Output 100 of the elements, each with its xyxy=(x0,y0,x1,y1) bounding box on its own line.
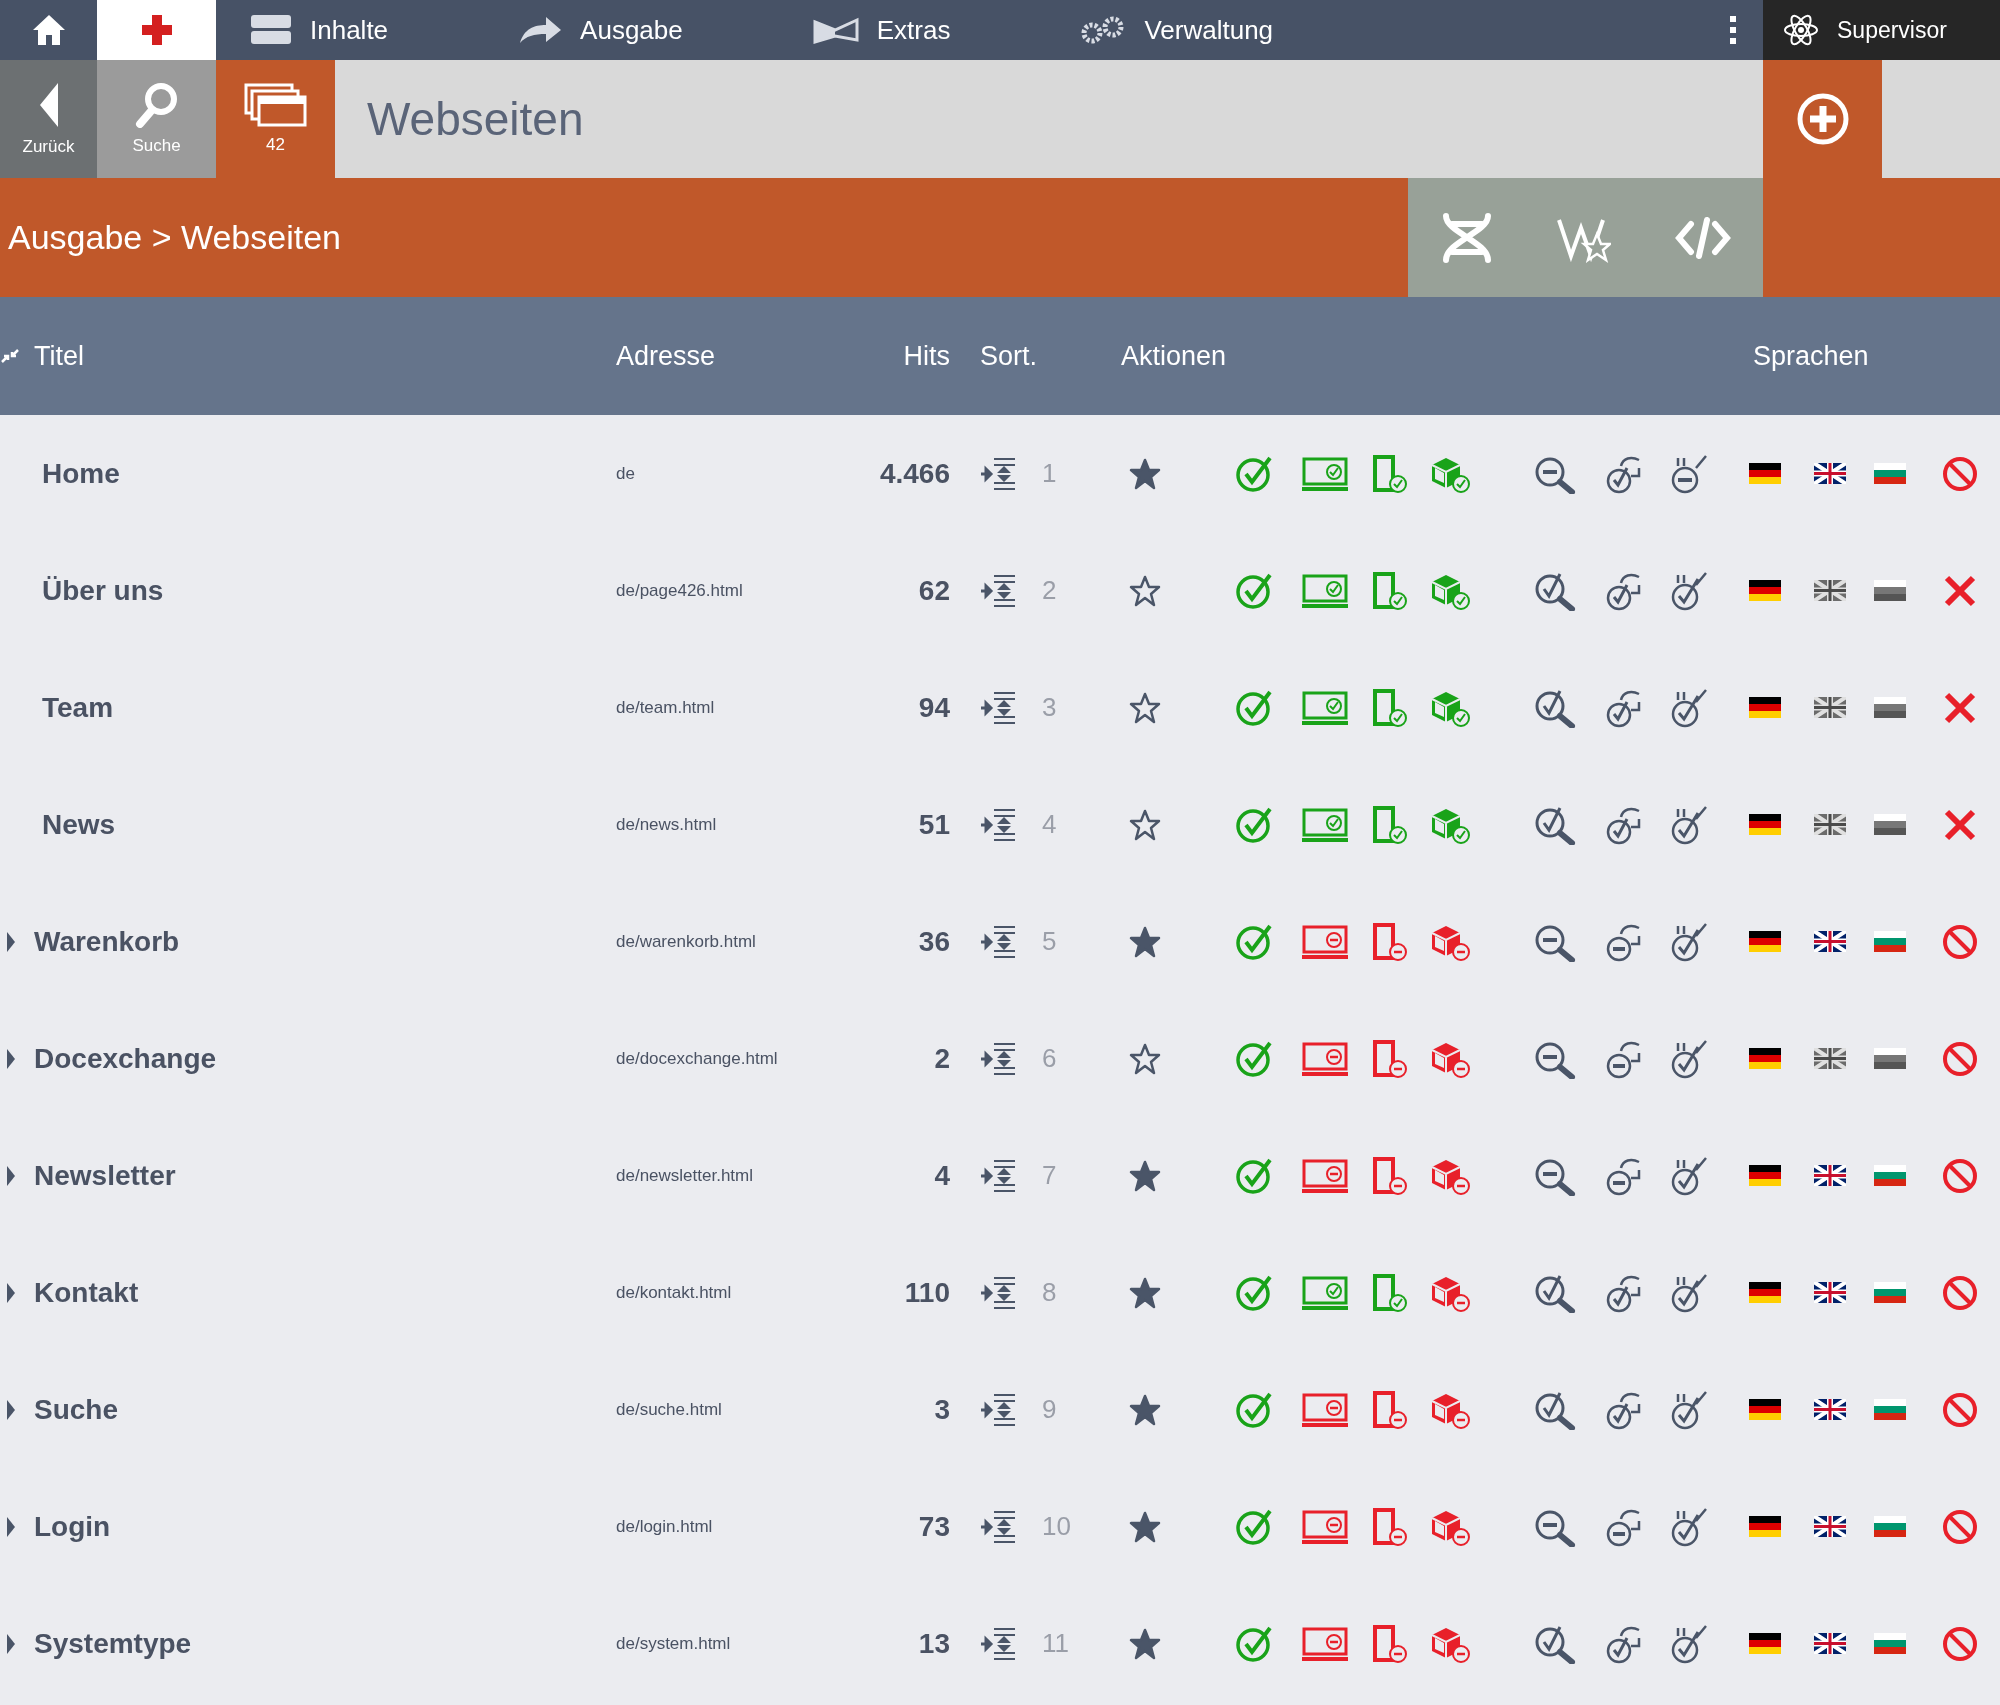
check-circle-icon[interactable] xyxy=(1236,922,1274,961)
british-flag-icon[interactable] xyxy=(1814,931,1846,952)
german-flag-icon[interactable] xyxy=(1749,1282,1781,1303)
sort-order-icon[interactable] xyxy=(980,1626,1016,1661)
phone-icon[interactable] xyxy=(1372,1273,1408,1312)
page-title-cell[interactable]: Docexchange xyxy=(34,1042,616,1075)
monitor-icon[interactable] xyxy=(1301,806,1349,843)
add-button[interactable] xyxy=(1763,60,1882,178)
prohibited-icon[interactable] xyxy=(1942,455,1978,492)
nav-menu-item[interactable]: Ausgabe xyxy=(518,14,683,46)
phone-icon[interactable] xyxy=(1372,1624,1408,1663)
british-flag-icon[interactable] xyxy=(1814,580,1846,601)
star-icon[interactable] xyxy=(1129,1276,1161,1309)
approval-icon[interactable] xyxy=(1670,1506,1710,1547)
german-flag-icon[interactable] xyxy=(1749,1048,1781,1069)
approval-icon[interactable] xyxy=(1670,804,1710,845)
column-header[interactable]: Sort. xyxy=(980,340,1110,372)
expand-caret-icon[interactable] xyxy=(6,930,16,953)
star-icon[interactable] xyxy=(1129,1510,1161,1543)
star-icon[interactable] xyxy=(1129,1627,1161,1660)
page-title-cell[interactable]: Newsletter xyxy=(34,1159,616,1192)
page-title-cell[interactable]: Systemtype xyxy=(34,1627,616,1660)
british-flag-icon[interactable] xyxy=(1814,814,1846,835)
expand-caret-icon[interactable] xyxy=(6,1398,16,1421)
bulgarian-flag-icon[interactable] xyxy=(1874,1048,1906,1069)
star-icon[interactable] xyxy=(1129,1393,1161,1426)
delete-icon[interactable] xyxy=(1943,573,1977,608)
approval-icon[interactable] xyxy=(1670,1155,1710,1196)
page-title-cell[interactable]: Login xyxy=(34,1510,616,1543)
british-flag-icon[interactable] xyxy=(1814,1516,1846,1537)
german-flag-icon[interactable] xyxy=(1749,1516,1781,1537)
german-flag-icon[interactable] xyxy=(1749,463,1781,484)
bulgarian-flag-icon[interactable] xyxy=(1874,1399,1906,1420)
phone-icon[interactable] xyxy=(1372,1390,1408,1429)
german-flag-icon[interactable] xyxy=(1749,1633,1781,1654)
expand-caret-icon[interactable] xyxy=(6,1281,16,1304)
windows-button[interactable]: 42 xyxy=(216,60,335,178)
approval-icon[interactable] xyxy=(1670,687,1710,728)
monitor-icon[interactable] xyxy=(1301,1391,1349,1428)
bulgarian-flag-icon[interactable] xyxy=(1874,697,1906,718)
check-circle-icon[interactable] xyxy=(1236,805,1274,844)
check-circle-icon[interactable] xyxy=(1236,688,1274,727)
phone-icon[interactable] xyxy=(1372,1507,1408,1546)
star-icon[interactable] xyxy=(1129,1159,1161,1192)
delete-icon[interactable] xyxy=(1943,690,1977,725)
phone-icon[interactable] xyxy=(1372,1039,1408,1078)
british-flag-icon[interactable] xyxy=(1814,1048,1846,1069)
phone-icon[interactable] xyxy=(1372,922,1408,961)
approval-icon[interactable] xyxy=(1670,570,1710,611)
monitor-icon[interactable] xyxy=(1301,1040,1349,1077)
bulgarian-flag-icon[interactable] xyxy=(1874,1165,1906,1186)
phone-icon[interactable] xyxy=(1372,1156,1408,1195)
page-title-cell[interactable]: Home xyxy=(34,457,616,490)
phone-icon[interactable] xyxy=(1372,688,1408,727)
monitor-icon[interactable] xyxy=(1301,1508,1349,1545)
sort-order-icon[interactable] xyxy=(980,1041,1016,1076)
page-title-cell[interactable]: News xyxy=(34,808,616,841)
british-flag-icon[interactable] xyxy=(1814,1633,1846,1654)
prohibited-icon[interactable] xyxy=(1942,1157,1978,1194)
sort-order-icon[interactable] xyxy=(980,1275,1016,1310)
back-button[interactable]: Zurück xyxy=(0,60,97,178)
german-flag-icon[interactable] xyxy=(1749,580,1781,601)
approval-icon[interactable] xyxy=(1670,1038,1710,1079)
column-header[interactable]: Adresse xyxy=(616,340,860,372)
british-flag-icon[interactable] xyxy=(1814,1165,1846,1186)
approval-icon[interactable] xyxy=(1670,1389,1710,1430)
sort-order-icon[interactable] xyxy=(980,573,1016,608)
monitor-icon[interactable] xyxy=(1301,923,1349,960)
british-flag-icon[interactable] xyxy=(1814,1282,1846,1303)
expand-caret-icon[interactable] xyxy=(6,1632,16,1655)
bulgarian-flag-icon[interactable] xyxy=(1874,1633,1906,1654)
code-button[interactable] xyxy=(1675,215,1732,260)
prohibited-icon[interactable] xyxy=(1942,1040,1978,1077)
prohibited-icon[interactable] xyxy=(1942,1391,1978,1428)
british-flag-icon[interactable] xyxy=(1814,1399,1846,1420)
expand-caret-icon[interactable] xyxy=(6,1164,16,1187)
nav-menu-item[interactable]: Extras xyxy=(812,14,951,46)
check-circle-icon[interactable] xyxy=(1236,454,1274,493)
prohibited-icon[interactable] xyxy=(1942,923,1978,960)
phone-icon[interactable] xyxy=(1372,454,1408,493)
bulgarian-flag-icon[interactable] xyxy=(1874,1516,1906,1537)
sort-order-icon[interactable] xyxy=(980,924,1016,959)
check-circle-icon[interactable] xyxy=(1236,1507,1274,1546)
monitor-icon[interactable] xyxy=(1301,1625,1349,1662)
collapse-icon[interactable] xyxy=(0,348,20,364)
german-flag-icon[interactable] xyxy=(1749,931,1781,952)
column-header[interactable]: Hits xyxy=(903,340,950,372)
check-circle-icon[interactable] xyxy=(1236,571,1274,610)
bulgarian-flag-icon[interactable] xyxy=(1874,463,1906,484)
delete-icon[interactable] xyxy=(1943,807,1977,842)
page-title-cell[interactable]: Über uns xyxy=(34,574,616,607)
sort-order-icon[interactable] xyxy=(980,456,1016,491)
monitor-icon[interactable] xyxy=(1301,689,1349,726)
sort-order-icon[interactable] xyxy=(980,690,1016,725)
star-icon[interactable] xyxy=(1129,808,1161,841)
prohibited-icon[interactable] xyxy=(1942,1508,1978,1545)
german-flag-icon[interactable] xyxy=(1749,697,1781,718)
bulgarian-flag-icon[interactable] xyxy=(1874,1282,1906,1303)
star-icon[interactable] xyxy=(1129,574,1161,607)
prohibited-icon[interactable] xyxy=(1942,1625,1978,1662)
